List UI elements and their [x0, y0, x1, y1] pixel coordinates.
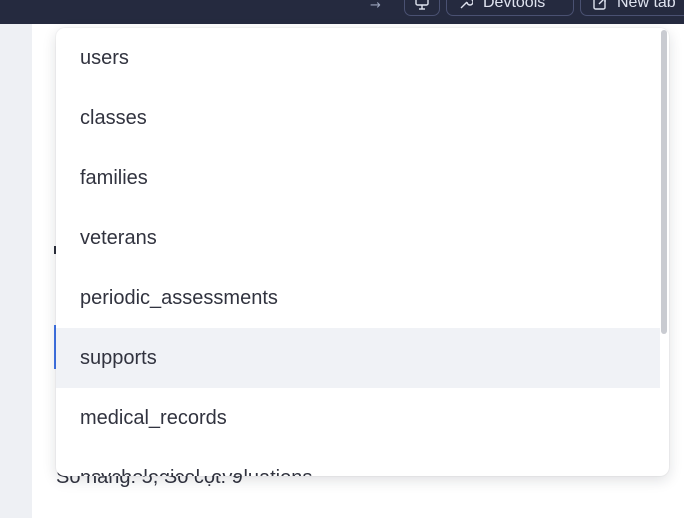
table-select-dropdown[interactable]: users classes families veterans periodic_ass… — [56, 28, 669, 476]
dropdown-scrollbar[interactable] — [661, 30, 667, 334]
dropdown-option-veterans[interactable]: veterans — [56, 208, 660, 268]
new-tab-label: New tab — [617, 0, 676, 11]
option-list[interactable]: users classes families veterans periodic_ass… — [56, 28, 660, 476]
external-link-icon — [593, 0, 606, 10]
forward-arrow-icon[interactable]: → — [370, 0, 390, 12]
dropdown-option-supports[interactable]: supports — [56, 328, 660, 388]
monitor-button[interactable] — [404, 0, 440, 16]
wrench-icon — [460, 0, 473, 9]
browser-toolbar: → Devtools New tab — [0, 0, 684, 25]
monitor-icon — [415, 0, 429, 10]
dropdown-option-users[interactable]: users — [56, 28, 660, 88]
dropdown-option-medical-records[interactable]: medical_records — [56, 388, 660, 448]
dropdown-option-periodic-assessments[interactable]: periodic_assessments — [56, 268, 660, 328]
dropdown-option-families[interactable]: families — [56, 148, 660, 208]
sidebar-edge — [0, 24, 32, 518]
dropdown-option-classes[interactable]: classes — [56, 88, 660, 148]
devtools-button[interactable]: Devtools — [446, 0, 574, 16]
new-tab-button[interactable]: New tab — [580, 0, 684, 16]
dropdown-option-psychological-evaluations[interactable]: psychological_evaluations — [56, 448, 660, 476]
devtools-label: Devtools — [483, 0, 546, 11]
